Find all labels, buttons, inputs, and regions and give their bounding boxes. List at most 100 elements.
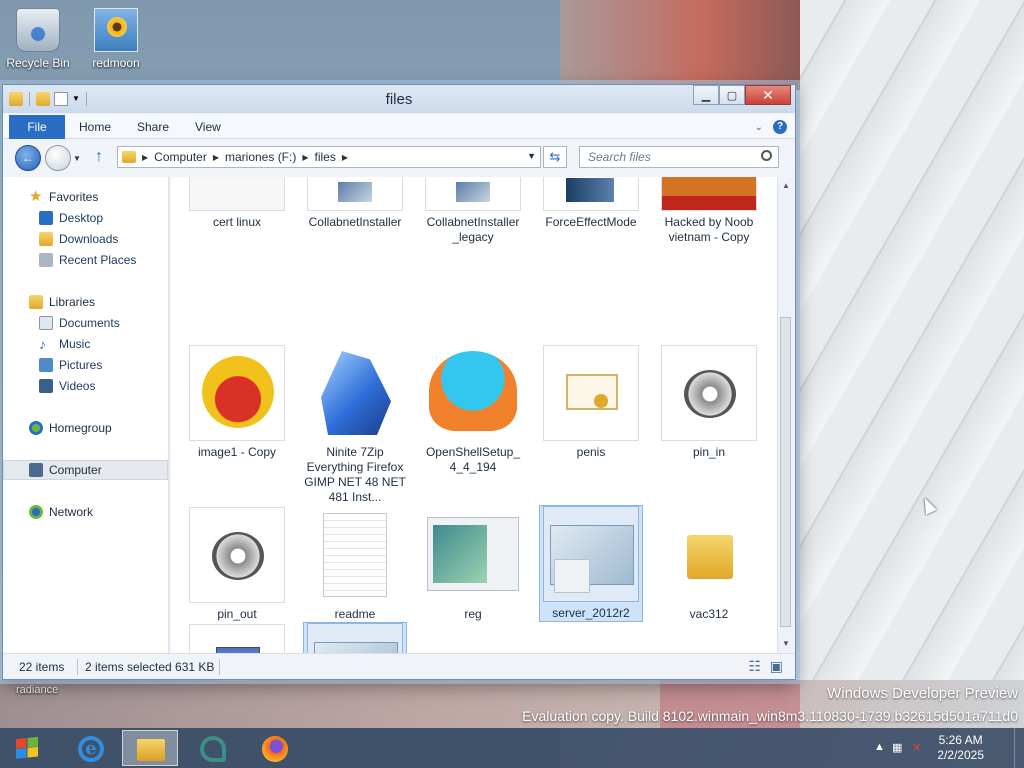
tab-home[interactable]: Home xyxy=(79,115,111,139)
wallpaper-panels xyxy=(800,0,1024,728)
help-icon[interactable]: ? xyxy=(773,120,787,134)
taskbar-file-explorer[interactable] xyxy=(122,730,178,766)
sunflower-image-icon xyxy=(94,8,138,52)
address-bar[interactable]: ▶ Computer ▶ mariones (F:) ▶ files ▶ ▼ xyxy=(117,146,541,168)
search-icon xyxy=(761,150,772,161)
desktop-icon-redmoon[interactable]: redmoon xyxy=(84,8,148,70)
clock-date: 2/2/2025 xyxy=(937,748,984,762)
file-item[interactable]: pin_out xyxy=(185,507,289,622)
pictures-icon xyxy=(39,358,53,372)
star-icon: ★ xyxy=(29,188,43,205)
image-file-icon xyxy=(661,345,757,441)
nav-network[interactable]: Network xyxy=(3,502,168,522)
windows-logo-icon xyxy=(16,736,38,760)
clock[interactable]: 5:26 AM 2/2/2025 xyxy=(937,733,984,763)
back-button[interactable]: ← xyxy=(15,145,41,171)
nav-libraries[interactable]: Libraries xyxy=(3,292,168,312)
file-item[interactable]: Ninite 7Zip Everything Firefox GIMP NET … xyxy=(303,345,407,505)
file-item[interactable]: OpenShellSetup_ 4_4_194 xyxy=(421,345,525,475)
close-button[interactable]: ✕ xyxy=(745,85,791,105)
window-controls: ▁ ▢ ✕ xyxy=(693,85,791,105)
expand-ribbon-icon[interactable]: ⌄ xyxy=(755,122,763,133)
address-dropdown-icon[interactable]: ▼ xyxy=(527,151,536,161)
file-list: cert linux CollabnetInstaller CollabnetI… xyxy=(171,177,777,653)
file-item[interactable]: penis xyxy=(539,345,643,460)
search-input[interactable]: Search files xyxy=(579,146,779,168)
watermark-title: Windows Developer Preview xyxy=(827,685,1018,702)
file-item[interactable]: image1 - Copy xyxy=(185,345,289,460)
navigation-pane: ★ Favorites Desktop Downloads Recent Pla… xyxy=(3,177,169,653)
wallpaper-red-segment xyxy=(560,0,800,90)
computer-icon xyxy=(29,463,43,477)
status-bar: 22 items 2 items selected 631 KB ☷ ▣ xyxy=(3,653,795,679)
nav-item-videos[interactable]: Videos xyxy=(3,376,168,396)
certificate-file-icon xyxy=(543,345,639,441)
nav-homegroup[interactable]: Homegroup xyxy=(3,418,168,438)
tab-view[interactable]: View xyxy=(195,115,221,139)
desktop-icon-recycle-bin[interactable]: Recycle Bin xyxy=(6,8,70,70)
up-button[interactable]: ↑ xyxy=(95,148,103,166)
scroll-up-icon[interactable]: ▲ xyxy=(782,181,790,190)
file-item[interactable]: pin_in xyxy=(657,345,761,460)
scrollbar-thumb[interactable] xyxy=(780,317,791,627)
file-item[interactable]: CollabnetInstaller xyxy=(303,177,407,230)
item-count: 22 items xyxy=(19,660,65,674)
file-item[interactable]: server_2012r2 xyxy=(539,505,643,622)
installer-icon xyxy=(425,177,521,211)
tab-file[interactable]: File xyxy=(9,115,65,139)
file-item[interactable]: vac312 xyxy=(657,507,761,622)
taskbar-firefox[interactable] xyxy=(246,730,302,766)
desktop-icon-label: Recycle Bin xyxy=(6,56,70,70)
recycle-bin-icon xyxy=(16,8,60,52)
recent-places-icon xyxy=(39,253,53,267)
file-item[interactable]: ForceEffectMode xyxy=(539,177,643,230)
taskbar-snake-app[interactable] xyxy=(184,730,240,766)
volume-muted-icon[interactable]: ✕ xyxy=(912,741,921,754)
nav-item-downloads[interactable]: Downloads xyxy=(3,229,168,249)
maximize-button[interactable]: ▢ xyxy=(719,85,745,105)
title-bar[interactable]: ▼ files ▁ ▢ ✕ xyxy=(3,85,795,113)
music-note-icon: ♪ xyxy=(39,336,46,352)
nav-computer[interactable]: Computer xyxy=(3,460,168,480)
refresh-button[interactable]: ⇆ xyxy=(543,146,567,168)
nav-item-pictures[interactable]: Pictures xyxy=(3,355,168,375)
desktop-radiance-label: radiance xyxy=(16,684,59,696)
network-tray-icon[interactable]: ▦ xyxy=(892,741,902,754)
taskbar-internet-explorer[interactable]: e xyxy=(62,730,118,766)
selection-info: 2 items selected 631 KB xyxy=(85,660,215,674)
explorer-window: ▼ files ▁ ▢ ✕ File Home Share View ⌄ ? ←… xyxy=(2,84,796,680)
breadcrumb-drive[interactable]: mariones (F:) xyxy=(225,150,296,164)
recent-locations-dropdown[interactable]: ▼ xyxy=(73,154,81,163)
nav-item-desktop[interactable]: Desktop xyxy=(3,208,168,228)
image-file-icon xyxy=(661,177,757,211)
nav-favorites[interactable]: ★ Favorites xyxy=(3,187,168,207)
nav-item-music[interactable]: ♪ Music xyxy=(3,334,168,354)
start-button[interactable] xyxy=(4,732,50,764)
scroll-down-icon[interactable]: ▼ xyxy=(782,639,790,648)
file-item[interactable]: win7 xyxy=(303,622,407,653)
breadcrumb-files[interactable]: files xyxy=(315,150,336,164)
clock-time: 5:26 AM xyxy=(938,733,983,747)
large-icons-view-icon[interactable]: ▣ xyxy=(770,658,783,675)
vertical-scrollbar[interactable]: ▲ ▼ xyxy=(777,177,793,653)
folder-icon xyxy=(122,151,136,163)
nav-item-documents[interactable]: Documents xyxy=(3,313,168,333)
minimize-button[interactable]: ▁ xyxy=(693,85,719,105)
forward-button[interactable] xyxy=(45,145,71,171)
installer-7z-icon xyxy=(189,624,285,653)
show-hidden-icons-icon[interactable]: ▲ xyxy=(874,741,885,753)
details-view-icon[interactable]: ☷ xyxy=(748,658,761,675)
nav-item-recent-places[interactable]: Recent Places xyxy=(3,250,168,270)
file-item[interactable]: reg xyxy=(421,507,525,622)
file-item[interactable]: readme xyxy=(303,507,407,622)
network-icon xyxy=(29,505,43,519)
breadcrumb-computer[interactable]: Computer xyxy=(154,150,207,164)
show-desktop-button[interactable] xyxy=(1014,728,1024,768)
tab-share[interactable]: Share xyxy=(137,115,169,139)
certificate-file-icon xyxy=(189,177,285,211)
file-item[interactable]: Hacked by Noob vietnam - Copy xyxy=(657,177,761,245)
file-item[interactable]: vac470 xyxy=(185,624,289,653)
system-tray: ▲ ▦ ✕ 5:26 AM 2/2/2025 xyxy=(864,728,1024,768)
file-item[interactable]: CollabnetInstaller _legacy xyxy=(421,177,525,245)
file-item[interactable]: cert linux xyxy=(185,177,289,230)
